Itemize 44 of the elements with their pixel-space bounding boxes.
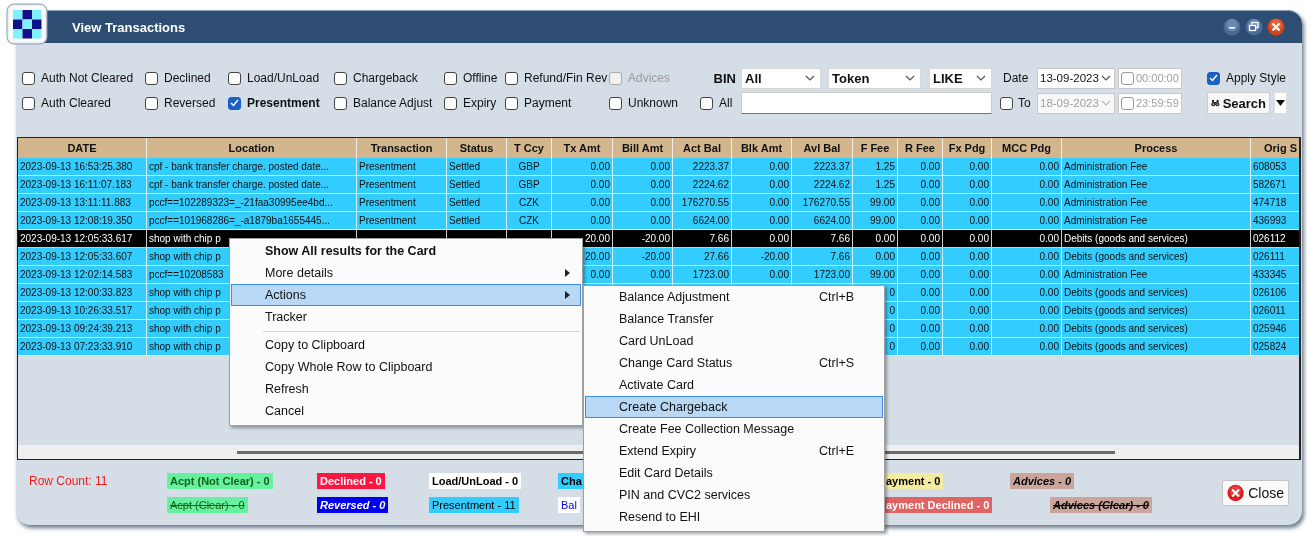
time-value: 23:59:59 (1136, 97, 1179, 109)
checkbox-label: Unknown (628, 96, 679, 110)
checkbox-label: All (719, 96, 733, 110)
legend-label: Presentment - 11 (429, 497, 519, 513)
legend-label: Acpt (Clear) - 0 (167, 497, 248, 513)
checkbox-label: Reversed (164, 96, 216, 110)
shortcut-text: Ctrl+B (819, 290, 856, 304)
legend-label: ayment - 0 (883, 473, 944, 489)
legend-label: Cha (558, 473, 585, 489)
legend-label: Bal (558, 497, 580, 513)
checkbox-label: Auth Cleared (41, 96, 112, 110)
field-label: BIN (713, 70, 737, 86)
checkbox-label: Presentment (247, 96, 320, 110)
shortcut-text: Ctrl+S (819, 356, 856, 370)
table-cell: 2023-09-13 07:23:33.910 (18, 338, 147, 356)
checkbox-label: Offline (463, 71, 498, 85)
legend-label: Acpt (Not Clear) - 0 (167, 473, 273, 489)
legend-label: Declined - 0 (317, 473, 385, 489)
row-count: Row Count: 11 (29, 474, 109, 488)
checkbox-label: Refund/Fin Rev (524, 71, 608, 85)
legend-label: Reversed - 0 (317, 497, 389, 513)
legend-label: Advices (Clear) - 0 (1050, 497, 1152, 513)
table-cell: 0.00 (898, 338, 943, 356)
legend-label: Load/UnLoad - 0 (429, 473, 522, 489)
checkbox-label: Balance Adjust (353, 96, 433, 110)
checkbox-label: Advices (628, 71, 671, 85)
table-cell: 0.00 (943, 338, 992, 356)
table-cell: 025824 (1251, 338, 1299, 356)
checkbox-label: Apply Style (1226, 71, 1287, 85)
window-title: View Transactions (72, 19, 186, 35)
checkbox-label: Auth Not Cleared (41, 71, 134, 85)
field-label: Date (1002, 71, 1030, 85)
checkbox-label: Load/UnLoad (247, 71, 320, 85)
table-cell: 0.00 (992, 338, 1062, 356)
checkbox-label: Chargeback (353, 71, 418, 85)
shortcut-text: Ctrl+E (819, 444, 856, 458)
checkbox-label: Declined (164, 71, 211, 85)
checkbox-label: To (1018, 96, 1031, 110)
table-cell: Debits (goods and services) (1062, 338, 1251, 356)
legend-label: Advices - 0 (1010, 473, 1075, 489)
checkbox-label: Payment (524, 96, 572, 110)
time-value: 00:00:00 (1136, 72, 1179, 84)
legend-label: ayment Declined - 0 (883, 497, 993, 513)
checkbox-label: Expiry (463, 96, 497, 110)
